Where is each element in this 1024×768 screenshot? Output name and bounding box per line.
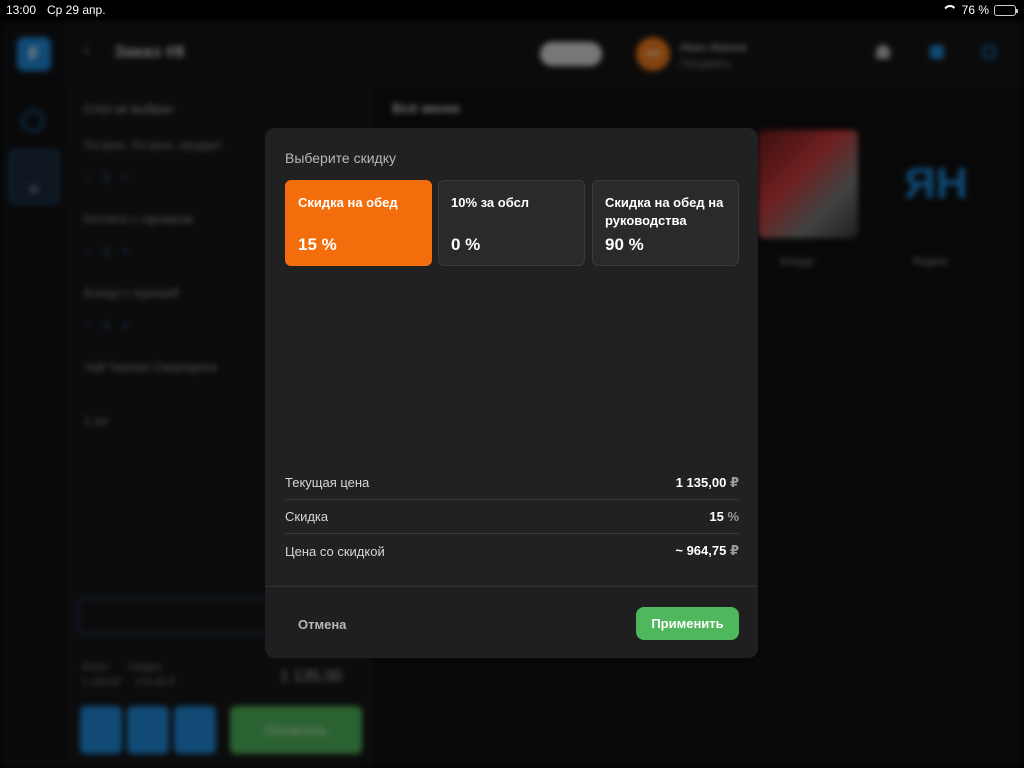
wifi-icon (943, 5, 957, 16)
apply-button[interactable]: Применить (636, 607, 739, 640)
battery-percent: 76 % (961, 3, 989, 17)
currency-unit: ₽ (729, 474, 739, 490)
discount-label: Скидка (285, 509, 329, 524)
dialog-title: Выберите скидку (285, 150, 396, 166)
discount-name: Скидка на обед на руководства (605, 195, 724, 228)
discount-name: 10% за обсл (451, 195, 530, 210)
currency-unit: ₽ (729, 543, 739, 558)
price-summary: Текущая цена 1 135,00 ₽ Скидка 15 % Цена… (285, 466, 739, 568)
final-price-label: Цена со скидкой (285, 543, 385, 559)
dialog-footer: Отмена Применить (265, 586, 758, 658)
discount-amount: 15 (709, 509, 724, 524)
discount-name: Скидка на обед (298, 195, 398, 210)
discount-card-management[interactable]: Скидка на обед на руководства 90 % (592, 180, 739, 266)
battery-icon (994, 4, 1018, 16)
discount-card-service[interactable]: 10% за обсл 0 % (438, 180, 585, 266)
discount-value: 15 % (298, 235, 337, 254)
cancel-button[interactable]: Отмена (285, 607, 365, 641)
status-bar: 13:00 Ср 29 апр. 76 % (0, 0, 1024, 20)
status-time: 13:00 (6, 3, 37, 17)
discount-row: Скидка 15 % (285, 500, 739, 534)
discount-value: 90 % (605, 235, 644, 254)
status-date: Ср 29 апр. (47, 3, 106, 17)
discount-dialog: Выберите скидку Скидка на обед 15 % 10% … (265, 128, 758, 658)
discount-card-lunch[interactable]: Скидка на обед 15 % (285, 180, 432, 266)
current-price-label: Текущая цена (285, 475, 370, 490)
current-price-value: 1 135,00 (675, 474, 727, 490)
current-price-row: Текущая цена 1 135,00 ₽ (285, 466, 739, 500)
status-indicators: 76 % (943, 3, 1018, 17)
percent-unit: % (727, 509, 739, 524)
final-price-value: ~ 964,75 (675, 543, 727, 558)
discount-value: 0 % (451, 235, 481, 254)
final-price-row: Цена со скидкой ~ 964,75 ₽ (285, 534, 739, 568)
